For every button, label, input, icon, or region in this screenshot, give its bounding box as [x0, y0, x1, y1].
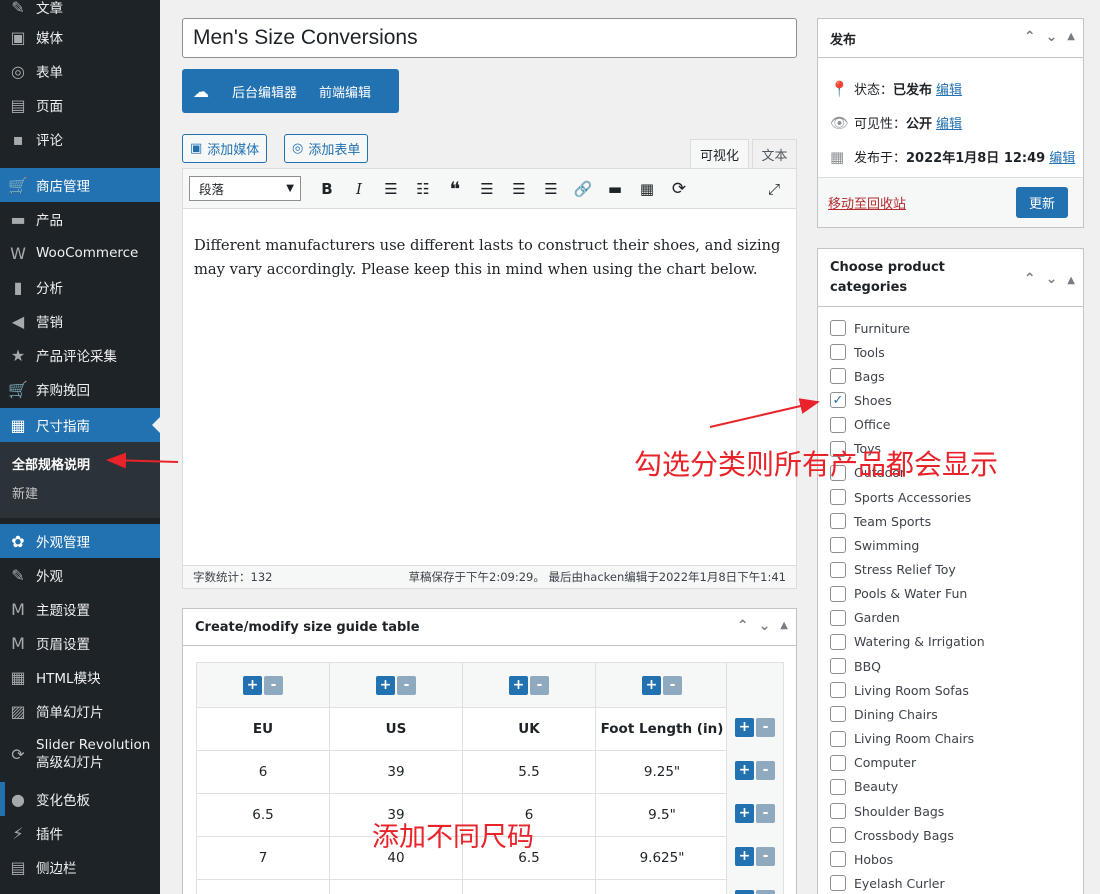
- arrow-to-submenu: [106, 452, 179, 469]
- sizes-annotation: 添加不同尺码: [372, 822, 534, 853]
- categories-annotation: 勾选分类则所有产品都会显示: [634, 448, 999, 481]
- arrow-to-shoes: [709, 398, 820, 428]
